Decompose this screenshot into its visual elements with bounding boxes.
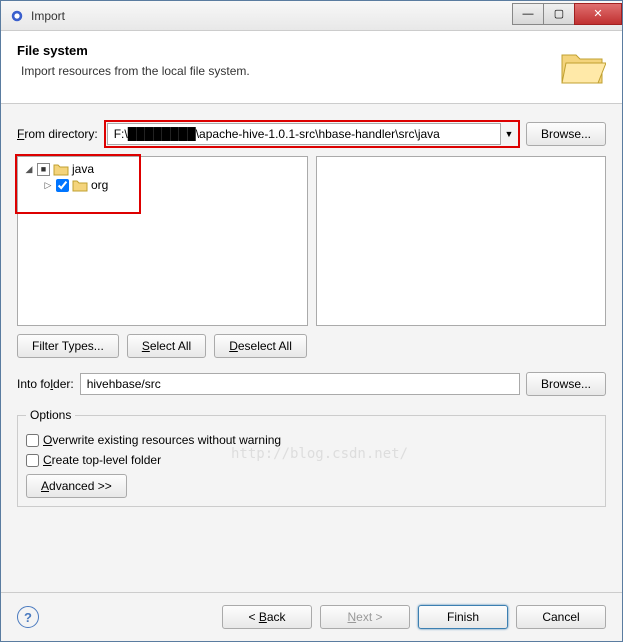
create-top-label: Create top-level folder bbox=[43, 453, 161, 467]
into-folder-label: Into folder: bbox=[17, 377, 74, 391]
folder-icon bbox=[72, 178, 88, 192]
tree-item-java[interactable]: ◢ ■ java bbox=[22, 161, 303, 177]
checkbox-partial[interactable]: ■ bbox=[37, 163, 50, 176]
titlebar: Import — ▢ ✕ bbox=[1, 1, 622, 31]
from-directory-label: From directory: bbox=[17, 127, 98, 141]
help-button[interactable]: ? bbox=[17, 606, 39, 628]
maximize-button[interactable]: ▢ bbox=[543, 3, 575, 25]
into-folder-row: Into folder: Browse... bbox=[17, 372, 606, 396]
tree-item-org[interactable]: ▷ org bbox=[22, 177, 303, 193]
window-controls: — ▢ ✕ bbox=[513, 3, 622, 25]
select-all-button[interactable]: Select All bbox=[127, 334, 206, 358]
back-button[interactable]: < Back bbox=[222, 605, 312, 629]
cancel-button[interactable]: Cancel bbox=[516, 605, 606, 629]
tree-item-label: java bbox=[72, 162, 94, 176]
page-description: Import resources from the local file sys… bbox=[21, 64, 550, 78]
footer-buttons: < Back Next > Finish Cancel bbox=[222, 605, 606, 629]
tree-panels: ◢ ■ java ▷ org bbox=[17, 156, 606, 326]
tree-item-label: org bbox=[91, 178, 108, 192]
finish-button[interactable]: Finish bbox=[418, 605, 508, 629]
create-top-option[interactable]: Create top-level folder bbox=[26, 450, 597, 470]
app-icon bbox=[9, 8, 25, 24]
overwrite-label: Overwrite existing resources without war… bbox=[43, 433, 281, 447]
folder-tree[interactable]: ◢ ■ java ▷ org bbox=[17, 156, 308, 326]
filter-types-button[interactable]: Filter Types... bbox=[17, 334, 119, 358]
from-directory-row: From directory: ▼ Browse... bbox=[17, 120, 606, 148]
page-title: File system bbox=[17, 43, 550, 58]
options-legend: Options bbox=[26, 408, 75, 422]
advanced-button[interactable]: Advanced >> bbox=[26, 474, 127, 498]
next-button: Next > bbox=[320, 605, 410, 629]
window-title: Import bbox=[31, 9, 513, 23]
import-dialog: Import — ▢ ✕ File system Import resource… bbox=[0, 0, 623, 642]
import-folder-icon bbox=[558, 43, 606, 91]
overwrite-checkbox[interactable] bbox=[26, 434, 39, 447]
minimize-button[interactable]: — bbox=[512, 3, 544, 25]
overwrite-option[interactable]: Overwrite existing resources without war… bbox=[26, 430, 597, 450]
wizard-content: http://blog.csdn.net/ From directory: ▼ … bbox=[1, 104, 622, 592]
into-folder-browse-button[interactable]: Browse... bbox=[526, 372, 606, 396]
create-top-checkbox[interactable] bbox=[26, 454, 39, 467]
expand-icon[interactable]: ▷ bbox=[43, 180, 53, 191]
wizard-footer: ? < Back Next > Finish Cancel bbox=[1, 592, 622, 641]
file-list[interactable] bbox=[316, 156, 607, 326]
checkbox-org[interactable] bbox=[56, 179, 69, 192]
from-directory-input[interactable] bbox=[107, 123, 501, 145]
into-folder-input[interactable] bbox=[80, 373, 520, 395]
from-directory-dropdown[interactable]: ▼ bbox=[501, 123, 517, 145]
options-group: Options Overwrite existing resources wit… bbox=[17, 408, 606, 507]
collapse-icon[interactable]: ◢ bbox=[24, 164, 34, 175]
from-directory-browse-button[interactable]: Browse... bbox=[526, 122, 606, 146]
close-button[interactable]: ✕ bbox=[574, 3, 622, 25]
selection-buttons: Filter Types... Select All Deselect All bbox=[17, 334, 606, 358]
folder-icon bbox=[53, 162, 69, 176]
deselect-all-button[interactable]: Deselect All bbox=[214, 334, 307, 358]
wizard-header: File system Import resources from the lo… bbox=[1, 31, 622, 104]
